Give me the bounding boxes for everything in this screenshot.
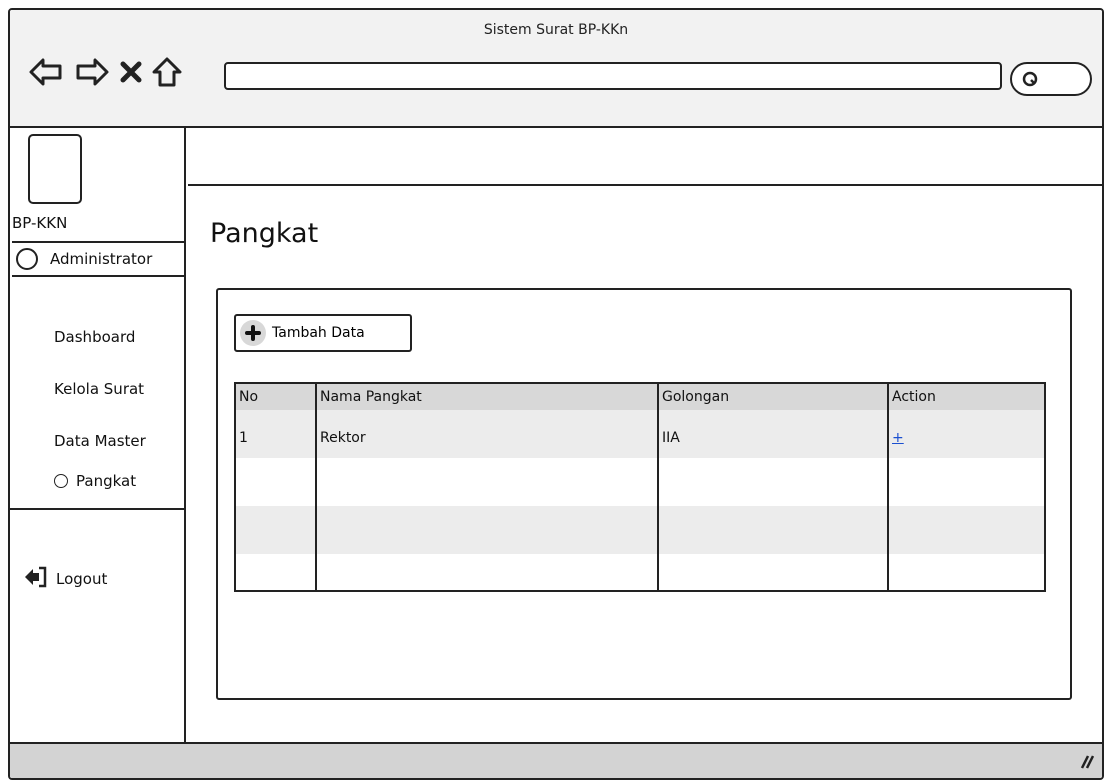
table-row-empty: [236, 458, 1044, 506]
logout-button[interactable]: Logout: [24, 566, 107, 592]
sidebar-subitem-label: Pangkat: [76, 472, 137, 490]
status-bar: [10, 742, 1102, 778]
avatar-icon: [16, 248, 38, 270]
add-data-label: Tambah Data: [272, 325, 365, 341]
url-input[interactable]: [224, 62, 1002, 90]
column-header[interactable]: Action: [888, 384, 1044, 410]
content-panel: Tambah Data No Nama Pangkat Golongan Act…: [216, 288, 1072, 700]
radio-circle-icon: [54, 474, 68, 488]
table-row-empty: [236, 506, 1044, 554]
column-header[interactable]: Nama Pangkat: [316, 384, 659, 410]
logo-placeholder: [28, 134, 82, 204]
cell-action: +: [888, 410, 1044, 458]
resize-grip-icon[interactable]: [1076, 754, 1095, 774]
sidebar-item-kelola-surat[interactable]: Kelola Surat: [54, 380, 144, 398]
user-name: Administrator: [50, 250, 153, 268]
cell-golongan: IIA: [658, 410, 889, 458]
table-header-row: No Nama Pangkat Golongan Action: [236, 384, 1044, 410]
column-header[interactable]: Golongan: [658, 384, 889, 410]
window-title: Sistem Surat BP-KKn: [483, 22, 629, 38]
close-icon[interactable]: [120, 60, 142, 84]
table-row: 1 Rektor IIA +: [236, 410, 1044, 458]
title-bar: Sistem Surat BP-KKn: [10, 10, 1102, 128]
table-row-empty: [236, 554, 1044, 590]
brand-name: BP-KKN: [12, 214, 68, 232]
back-arrow-icon[interactable]: [28, 57, 64, 87]
header-divider: [188, 184, 1102, 186]
logout-label: Logout: [56, 570, 108, 588]
page-title: Pangkat: [210, 218, 319, 249]
nav-controls: [28, 54, 182, 90]
search-icon: [1022, 71, 1040, 93]
column-header[interactable]: No: [236, 384, 317, 410]
sidebar: BP-KKN Administrator Dashboard Kelola Su…: [10, 128, 186, 742]
add-data-button[interactable]: Tambah Data: [234, 314, 412, 352]
data-table: No Nama Pangkat Golongan Action 1 Rektor…: [234, 382, 1046, 592]
user-profile[interactable]: Administrator: [12, 241, 184, 277]
add-action-link[interactable]: +: [892, 430, 904, 446]
divider: [10, 508, 184, 510]
forward-arrow-icon[interactable]: [74, 57, 110, 87]
plus-icon: [240, 320, 266, 346]
sidebar-item-data-master[interactable]: Data Master: [54, 432, 146, 450]
browser-window: Sistem Surat BP-KKn BP-KKN Administrator…: [8, 8, 1104, 780]
sidebar-subitem-pangkat[interactable]: Pangkat: [54, 472, 136, 490]
cell-no: 1: [236, 410, 317, 458]
search-button[interactable]: [1010, 62, 1092, 96]
cell-nama-pangkat: Rektor: [316, 410, 659, 458]
logout-icon: [24, 566, 48, 592]
home-icon[interactable]: [152, 56, 182, 88]
sidebar-item-dashboard[interactable]: Dashboard: [54, 328, 135, 346]
